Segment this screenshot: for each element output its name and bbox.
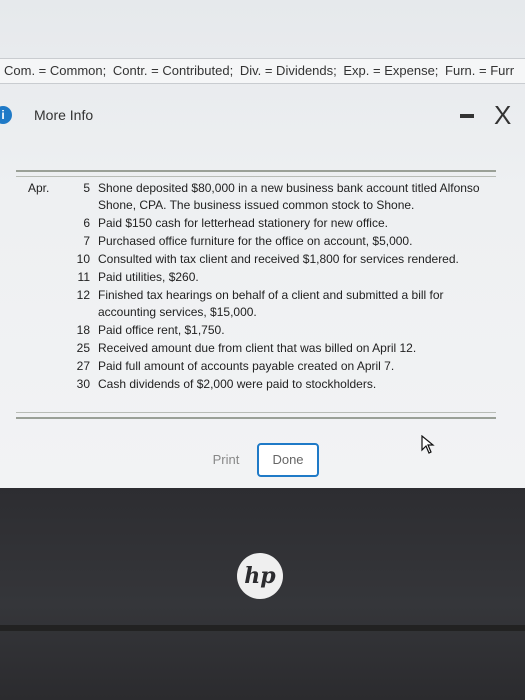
transaction-day: 27 (76, 359, 90, 373)
transaction-row: 27 Paid full amount of accounts payable c… (28, 358, 490, 375)
transaction-row: Apr. 5 Shone deposited $80,000 in a new bu… (28, 180, 490, 214)
transaction-month: Apr. (28, 181, 50, 195)
info-icon: i (0, 106, 12, 124)
transaction-description: Purchased office furniture for the offic… (98, 234, 413, 248)
transaction-day: 25 (76, 341, 90, 355)
done-button[interactable]: Done (257, 443, 319, 477)
abbrev-item: Exp. = Expense; (343, 63, 439, 78)
transaction-row: 30 Cash dividends of $2,000 were paid to … (28, 376, 490, 393)
transaction-description: Shone deposited $80,000 in a new busines… (98, 181, 480, 212)
transactions-list: Apr. 5 Shone deposited $80,000 in a new bu… (28, 180, 490, 394)
abbreviation-bar: Com. = Common; Contr. = Contributed; Div… (0, 58, 525, 84)
transaction-row: 6 Paid $150 cash for letterhead stationer… (28, 215, 490, 232)
transaction-row: 7 Purchased office furniture for the offi… (28, 233, 490, 250)
transaction-day: 12 (76, 288, 90, 302)
transaction-description: Paid full amount of accounts payable cre… (98, 359, 395, 373)
transaction-description: Received amount due from client that was… (98, 341, 417, 355)
transaction-day: 11 (77, 270, 90, 284)
transaction-description: Finished tax hearings on behalf of a cli… (98, 288, 444, 319)
transaction-row: 10 Consulted with tax client and received… (28, 251, 490, 268)
transactions-panel: Apr. 5 Shone deposited $80,000 in a new bu… (16, 170, 496, 419)
transaction-row: 12 Finished tax hearings on behalf of a c… (28, 287, 490, 321)
transaction-day: 5 (83, 181, 90, 195)
transaction-description: Paid $150 cash for letterhead stationery… (98, 216, 388, 230)
transaction-day: 7 (83, 234, 90, 248)
laptop-hinge (0, 625, 525, 631)
transaction-day: 10 (76, 252, 90, 266)
transaction-day: 30 (76, 377, 90, 391)
panel-rule-top (16, 176, 496, 177)
transaction-description: Consulted with tax client and received $… (98, 252, 459, 266)
print-button[interactable]: Print (200, 444, 252, 476)
transaction-day: 18 (76, 323, 90, 337)
transaction-description: Paid office rent, $1,750. (98, 323, 225, 337)
hp-logo: hp (237, 553, 283, 599)
abbrev-item: Com. = Common; (4, 63, 107, 78)
transaction-description: Cash dividends of $2,000 were paid to st… (98, 377, 377, 391)
dialog-title: More Info (34, 107, 94, 123)
transaction-description: Paid utilities, $260. (98, 270, 199, 284)
panel-rule-bottom (16, 412, 496, 413)
minimize-button[interactable] (460, 114, 474, 118)
close-button[interactable]: X (494, 100, 511, 130)
abbrev-item: Furn. = Furr (445, 63, 515, 78)
transaction-row: 11 Paid utilities, $260. (28, 269, 490, 286)
mouse-cursor-icon (421, 435, 435, 454)
abbrev-item: Contr. = Contributed; (112, 63, 234, 78)
transaction-row: 18 Paid office rent, $1,750. (28, 322, 490, 339)
abbrev-item: Div. = Dividends; (239, 63, 337, 78)
transaction-day: 6 (83, 216, 90, 230)
transaction-row: 25 Received amount due from client that w… (28, 340, 490, 357)
dialog-header: i More Info X (0, 100, 525, 130)
screen: Com. = Common; Contr. = Contributed; Div… (0, 0, 525, 488)
